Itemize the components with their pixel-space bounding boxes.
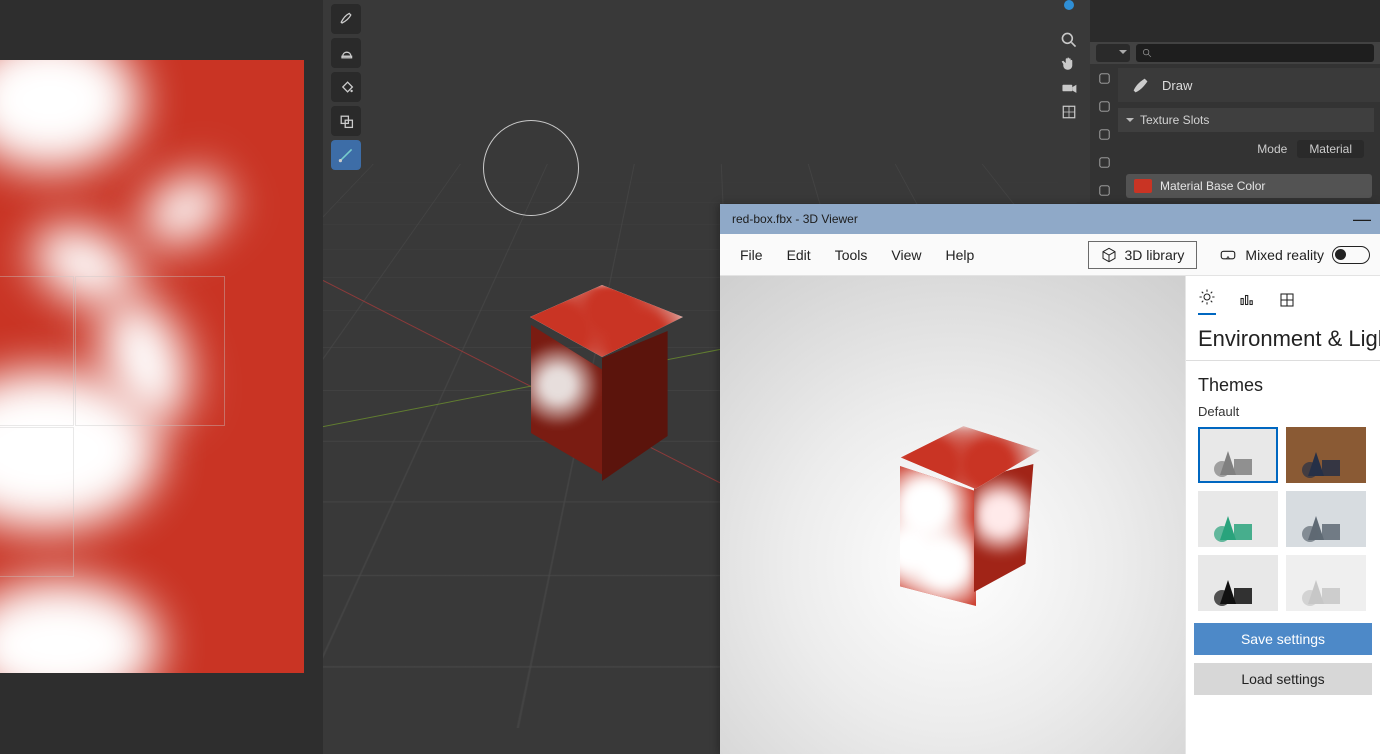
- panel-heading: Environment & Lighting: [1186, 316, 1380, 360]
- draw-brush-tool[interactable]: [331, 4, 361, 34]
- uv-island: [75, 276, 225, 426]
- camera-button[interactable]: [1057, 76, 1081, 100]
- theme-thumb-icon: [1296, 506, 1356, 546]
- color-swatch: [1134, 179, 1152, 193]
- output-icon: [1097, 127, 1112, 142]
- zoom-button[interactable]: [1057, 28, 1081, 52]
- theme-slate-theme[interactable]: [1286, 491, 1366, 547]
- layers-icon: [1097, 155, 1112, 170]
- uv-island: [0, 427, 74, 577]
- fill-bucket-tool[interactable]: [331, 72, 361, 102]
- tool-icon: [1097, 71, 1112, 86]
- clone-brush-icon: [338, 113, 354, 129]
- uv-image-editor: [0, 0, 323, 754]
- theme-black-theme[interactable]: [1198, 555, 1278, 611]
- camera-icon: [1060, 79, 1078, 97]
- menubar: File Edit Tools View Help 3D library Mix…: [720, 234, 1380, 276]
- panel-title: Texture Slots: [1140, 113, 1209, 127]
- window-titlebar[interactable]: red-box.fbx - 3D Viewer ―: [720, 204, 1380, 234]
- viewport-toolbar: [331, 4, 365, 170]
- save-settings-button[interactable]: Save settings: [1194, 623, 1372, 655]
- theme-thumb-icon: [1208, 570, 1268, 610]
- 3d-viewer-window: red-box.fbx - 3D Viewer ― File Edit Tool…: [720, 204, 1380, 754]
- theme-lightgrey-theme[interactable]: [1286, 555, 1366, 611]
- orthographic-icon: [1060, 103, 1078, 121]
- cube-icon: [1101, 247, 1117, 263]
- object-icon: [1097, 99, 1112, 114]
- theme-thumb-icon: [1208, 441, 1268, 481]
- mode-label: Mode: [1257, 142, 1287, 156]
- outliner-strip: [1090, 0, 1380, 42]
- theme-thumbnails: [1186, 427, 1380, 619]
- menu-tools[interactable]: Tools: [825, 241, 878, 269]
- properties-tab-output[interactable]: [1090, 120, 1118, 148]
- texture-slot-mode-row: Mode Material: [1118, 136, 1374, 162]
- soften-brush-icon: [338, 45, 354, 61]
- pan-hand-icon: [1060, 55, 1078, 73]
- search-icon: [1142, 48, 1153, 59]
- brush-header: Draw: [1118, 68, 1380, 102]
- line-stroke-icon: [338, 147, 354, 163]
- editor-type-dropdown[interactable]: [1096, 44, 1130, 62]
- fill-bucket-icon: [338, 79, 354, 95]
- line-stroke-tool[interactable]: [331, 140, 361, 170]
- menu-help[interactable]: Help: [935, 241, 984, 269]
- mixed-reality-toggle[interactable]: Mixed reality: [1219, 246, 1370, 264]
- chevron-down-icon: [1126, 118, 1134, 126]
- themes-heading: Themes: [1186, 367, 1380, 400]
- side-panel: Environment & Lighting Themes Default Sa…: [1185, 276, 1380, 754]
- brush-label: Draw: [1162, 78, 1192, 93]
- texture-canvas[interactable]: [0, 60, 304, 673]
- properties-search[interactable]: [1136, 44, 1374, 62]
- properties-header: [1090, 42, 1380, 64]
- theme-thumb-icon: [1296, 570, 1356, 610]
- texture-slot-row[interactable]: Material Base Color: [1126, 174, 1372, 198]
- cube-object[interactable]: [503, 285, 683, 485]
- orbit-gizmo[interactable]: [1064, 0, 1074, 10]
- world-icon: [1097, 183, 1112, 198]
- menu-file[interactable]: File: [730, 241, 773, 269]
- 3d-scene[interactable]: [720, 276, 1185, 754]
- properties-tab-layers[interactable]: [1090, 148, 1118, 176]
- texture-slot-label: Material Base Color: [1160, 179, 1265, 193]
- default-label: Default: [1186, 400, 1380, 427]
- menu-edit[interactable]: Edit: [777, 241, 821, 269]
- properties-tab-object[interactable]: [1090, 92, 1118, 120]
- minimize-button[interactable]: ―: [1344, 204, 1380, 234]
- clone-brush-tool[interactable]: [331, 106, 361, 136]
- draw-brush-icon: [338, 11, 354, 27]
- pan-hand-button[interactable]: [1057, 52, 1081, 76]
- theme-default-theme[interactable]: [1198, 427, 1278, 483]
- properties-vertical-tabs: [1090, 64, 1118, 204]
- properties-tab-tool[interactable]: [1090, 64, 1118, 92]
- viewport-nav-gizmo: [1054, 0, 1084, 124]
- texture-slots-header[interactable]: Texture Slots: [1118, 108, 1374, 132]
- tab-stats[interactable]: [1238, 291, 1256, 312]
- cube-model[interactable]: [870, 426, 1040, 616]
- brush-icon: [1130, 74, 1152, 96]
- headset-icon: [1219, 246, 1237, 264]
- mixed-reality-label: Mixed reality: [1245, 247, 1324, 263]
- menu-view[interactable]: View: [881, 241, 931, 269]
- theme-teal-theme[interactable]: [1198, 491, 1278, 547]
- theme-wood-theme[interactable]: [1286, 427, 1366, 483]
- tab-grid[interactable]: [1278, 291, 1296, 312]
- window-title: red-box.fbx - 3D Viewer: [732, 212, 858, 226]
- properties-tab-world[interactable]: [1090, 176, 1118, 204]
- mode-dropdown[interactable]: Material: [1297, 140, 1364, 158]
- side-tabs: [1186, 286, 1380, 316]
- load-settings-button[interactable]: Load settings: [1194, 663, 1372, 695]
- brush-cursor: [483, 120, 579, 216]
- tab-lighting[interactable]: [1198, 288, 1216, 315]
- toggle-switch[interactable]: [1332, 246, 1370, 264]
- 3d-library-button[interactable]: 3D library: [1088, 241, 1198, 269]
- zoom-icon: [1060, 31, 1078, 49]
- theme-thumb-icon: [1208, 506, 1268, 546]
- 3d-library-label: 3D library: [1125, 247, 1185, 263]
- orthographic-button[interactable]: [1057, 100, 1081, 124]
- soften-brush-tool[interactable]: [331, 38, 361, 68]
- theme-thumb-icon: [1296, 442, 1356, 482]
- uv-island: [0, 276, 74, 426]
